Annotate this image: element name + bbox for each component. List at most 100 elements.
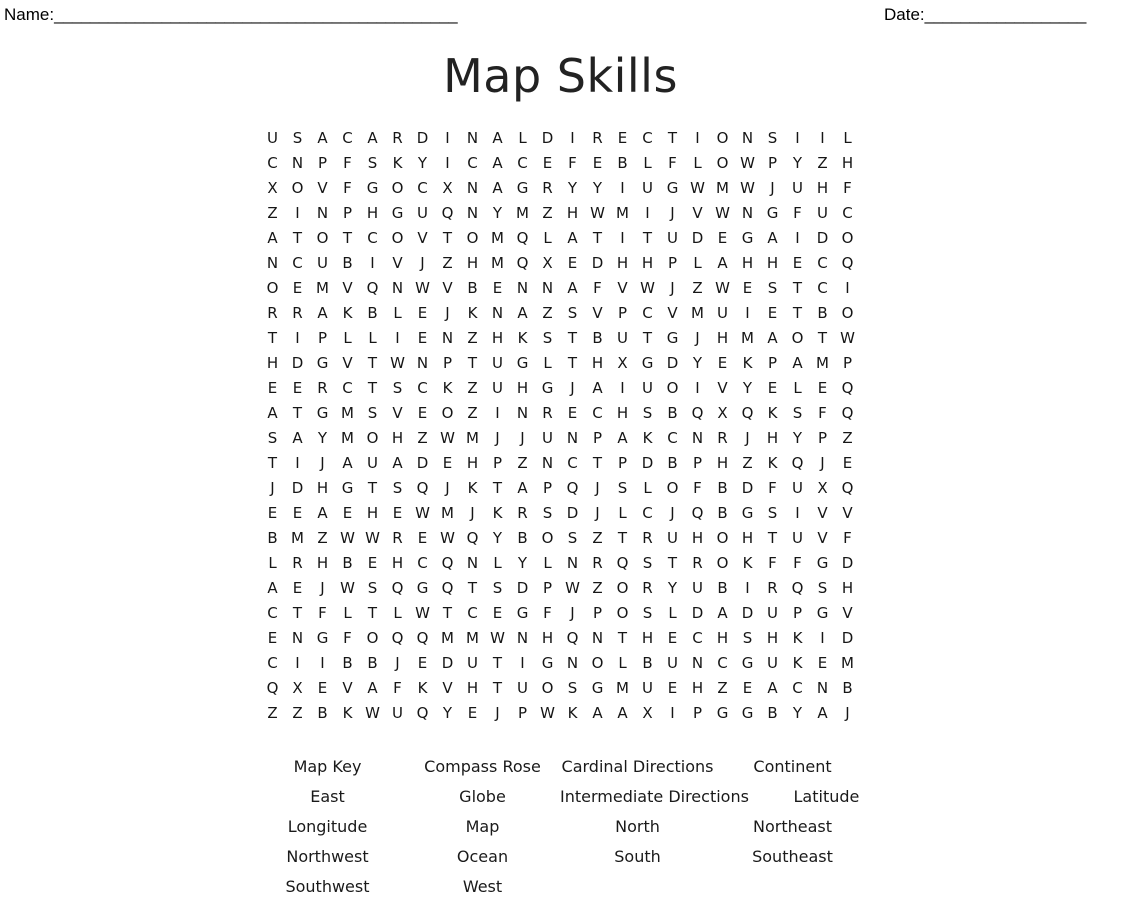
grid-cell[interactable]: V [435, 676, 460, 701]
grid-cell[interactable]: D [535, 126, 560, 151]
grid-cell[interactable]: Z [260, 701, 285, 726]
grid-cell[interactable]: O [610, 601, 635, 626]
grid-cell[interactable]: M [810, 351, 835, 376]
grid-cell[interactable]: Z [260, 201, 285, 226]
grid-cell[interactable]: H [310, 551, 335, 576]
grid-cell[interactable]: C [410, 176, 435, 201]
grid-cell[interactable]: B [610, 151, 635, 176]
grid-cell[interactable]: P [310, 326, 335, 351]
grid-cell[interactable]: H [685, 526, 710, 551]
grid-cell[interactable]: C [410, 551, 435, 576]
grid-cell[interactable]: H [835, 576, 860, 601]
grid-cell[interactable]: D [635, 451, 660, 476]
grid-cell[interactable]: A [610, 426, 635, 451]
grid-cell[interactable]: J [660, 276, 685, 301]
grid-cell[interactable]: U [610, 326, 635, 351]
grid-cell[interactable]: H [560, 201, 585, 226]
grid-cell[interactable]: P [510, 701, 535, 726]
grid-cell[interactable]: G [535, 376, 560, 401]
grid-cell[interactable]: H [635, 251, 660, 276]
grid-cell[interactable]: K [560, 701, 585, 726]
grid-cell[interactable]: V [335, 276, 360, 301]
grid-cell[interactable]: E [435, 451, 460, 476]
grid-cell[interactable]: G [310, 626, 335, 651]
grid-cell[interactable]: S [760, 276, 785, 301]
grid-cell[interactable]: E [410, 651, 435, 676]
grid-cell[interactable]: A [310, 126, 335, 151]
grid-cell[interactable]: W [835, 326, 860, 351]
grid-cell[interactable]: O [310, 226, 335, 251]
grid-cell[interactable]: D [735, 601, 760, 626]
grid-cell[interactable]: K [785, 626, 810, 651]
grid-cell[interactable]: L [260, 551, 285, 576]
grid-cell[interactable]: W [585, 201, 610, 226]
grid-cell[interactable]: E [410, 301, 435, 326]
grid-cell[interactable]: L [610, 501, 635, 526]
grid-cell[interactable]: C [785, 676, 810, 701]
grid-cell[interactable]: C [260, 651, 285, 676]
grid-cell[interactable]: T [785, 301, 810, 326]
grid-cell[interactable]: I [610, 376, 635, 401]
grid-cell[interactable]: R [285, 301, 310, 326]
grid-cell[interactable]: E [485, 276, 510, 301]
grid-cell[interactable]: F [835, 176, 860, 201]
grid-cell[interactable]: S [260, 426, 285, 451]
grid-cell[interactable]: O [785, 326, 810, 351]
grid-cell[interactable]: W [435, 426, 460, 451]
grid-cell[interactable]: Y [785, 701, 810, 726]
grid-cell[interactable]: F [685, 476, 710, 501]
grid-cell[interactable]: G [310, 351, 335, 376]
grid-cell[interactable]: C [460, 601, 485, 626]
grid-cell[interactable]: V [335, 351, 360, 376]
grid-cell[interactable]: I [485, 401, 510, 426]
grid-cell[interactable]: T [260, 326, 285, 351]
grid-cell[interactable]: D [410, 451, 435, 476]
grid-cell[interactable]: W [485, 626, 510, 651]
grid-cell[interactable]: F [585, 276, 610, 301]
grid-cell[interactable]: B [310, 701, 335, 726]
grid-cell[interactable]: Q [410, 476, 435, 501]
grid-cell[interactable]: T [260, 451, 285, 476]
grid-cell[interactable]: R [635, 576, 660, 601]
grid-cell[interactable]: A [485, 176, 510, 201]
grid-cell[interactable]: G [810, 551, 835, 576]
grid-cell[interactable]: Q [435, 576, 460, 601]
grid-cell[interactable]: Y [435, 701, 460, 726]
grid-cell[interactable]: V [835, 501, 860, 526]
grid-cell[interactable]: E [360, 551, 385, 576]
grid-cell[interactable]: B [760, 701, 785, 726]
grid-cell[interactable]: A [785, 351, 810, 376]
grid-cell[interactable]: S [610, 476, 635, 501]
grid-cell[interactable]: Z [835, 426, 860, 451]
grid-cell[interactable]: B [710, 576, 735, 601]
grid-cell[interactable]: B [360, 301, 385, 326]
grid-cell[interactable]: A [585, 701, 610, 726]
grid-cell[interactable]: Y [485, 201, 510, 226]
grid-cell[interactable]: X [435, 176, 460, 201]
grid-cell[interactable]: T [360, 351, 385, 376]
grid-cell[interactable]: P [810, 426, 835, 451]
grid-cell[interactable]: H [735, 251, 760, 276]
grid-cell[interactable]: A [560, 276, 585, 301]
grid-cell[interactable]: F [385, 676, 410, 701]
grid-cell[interactable]: U [810, 201, 835, 226]
grid-cell[interactable]: O [710, 526, 735, 551]
grid-cell[interactable]: G [335, 476, 360, 501]
grid-cell[interactable]: A [285, 426, 310, 451]
grid-cell[interactable]: S [560, 526, 585, 551]
grid-cell[interactable]: V [435, 276, 460, 301]
grid-cell[interactable]: V [335, 676, 360, 701]
grid-cell[interactable]: J [260, 476, 285, 501]
grid-cell[interactable]: A [510, 476, 535, 501]
grid-cell[interactable]: G [735, 651, 760, 676]
word-bank-item[interactable]: Southwest [250, 872, 405, 902]
grid-cell[interactable]: K [735, 351, 760, 376]
grid-cell[interactable]: O [285, 176, 310, 201]
grid-cell[interactable]: C [810, 251, 835, 276]
grid-cell[interactable]: I [285, 326, 310, 351]
grid-cell[interactable]: S [360, 401, 385, 426]
grid-cell[interactable]: S [360, 151, 385, 176]
grid-cell[interactable]: N [460, 126, 485, 151]
grid-cell[interactable]: C [685, 626, 710, 651]
grid-cell[interactable]: W [635, 276, 660, 301]
